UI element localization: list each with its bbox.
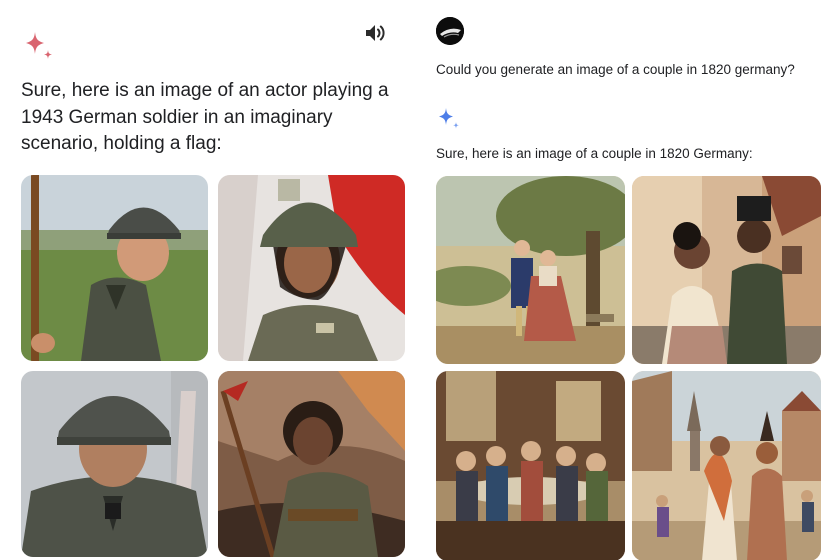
user-avatar[interactable] bbox=[436, 17, 464, 45]
user-prompt: Could you generate an image of a couple … bbox=[436, 62, 795, 77]
gemini-sparkle-icon bbox=[26, 32, 52, 59]
generated-image-4[interactable] bbox=[218, 371, 405, 557]
response-text: Sure, here is an image of an actor playi… bbox=[21, 80, 389, 154]
left-response-panel: Sure, here is an image of an actor playi… bbox=[0, 0, 420, 560]
right-conversation-panel: Could you generate an image of a couple … bbox=[420, 0, 840, 560]
generated-image-1[interactable] bbox=[21, 175, 208, 361]
speaker-icon[interactable] bbox=[364, 22, 388, 44]
generated-image-3[interactable] bbox=[21, 371, 208, 557]
generated-image-2[interactable] bbox=[218, 175, 405, 361]
response-text: Sure, here is an image of a couple in 18… bbox=[436, 146, 753, 161]
generated-image-1[interactable] bbox=[436, 176, 625, 364]
gemini-sparkle-icon bbox=[439, 108, 459, 129]
generated-image-3[interactable] bbox=[436, 371, 625, 560]
generated-image-2[interactable] bbox=[632, 176, 821, 364]
generated-image-4[interactable] bbox=[632, 371, 821, 560]
